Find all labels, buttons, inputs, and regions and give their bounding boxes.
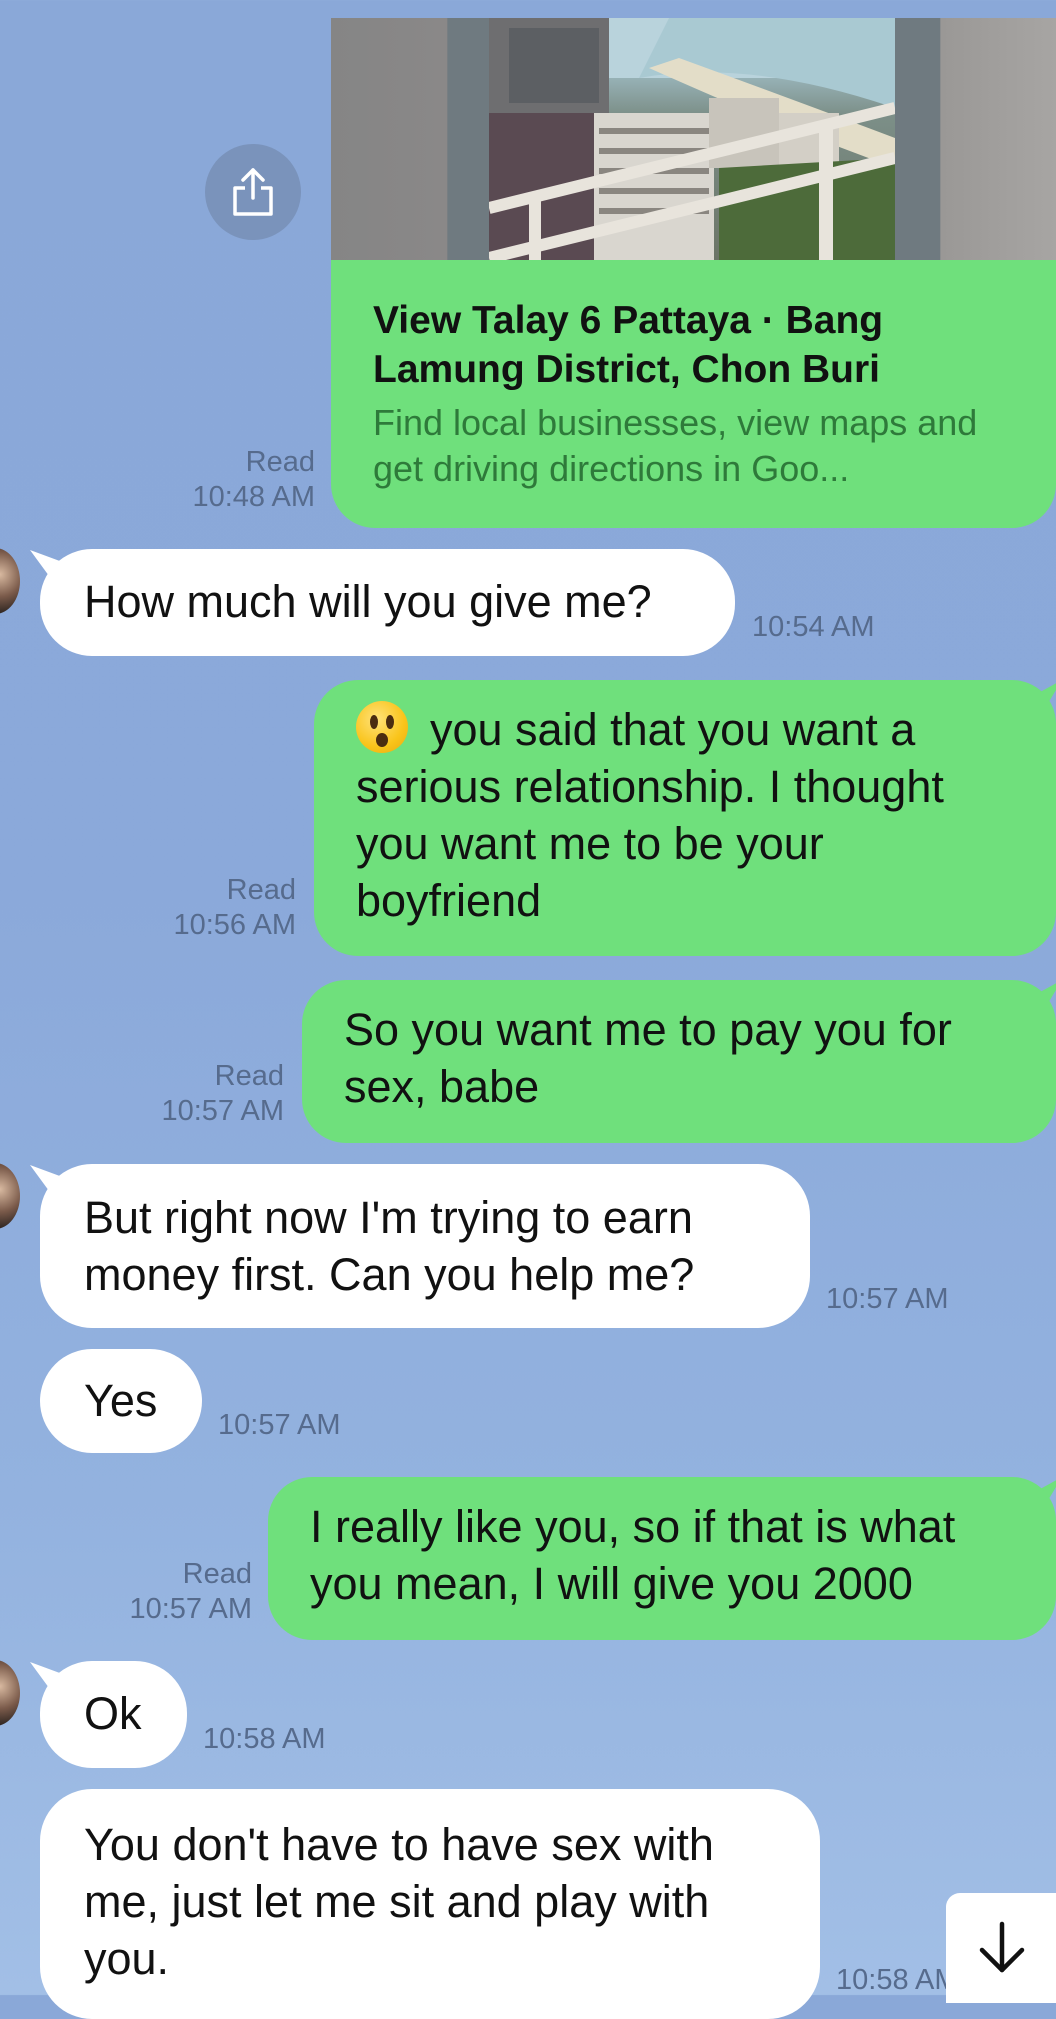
hushed-face-icon — [356, 701, 408, 753]
link-card-meta: Read 10:48 AM — [150, 445, 315, 515]
link-preview-image — [331, 18, 1056, 260]
message-text: Ok — [84, 1688, 142, 1739]
message-text: How much will you give me? — [84, 576, 652, 627]
share-icon — [233, 168, 273, 216]
message-time: 10:58 AM — [836, 1964, 959, 1996]
message-time: 10:58 AM — [203, 1723, 326, 1755]
avatar[interactable] — [0, 1163, 20, 1229]
read-receipt: Read — [214, 1060, 284, 1092]
message-time: 10:57 AM — [826, 1283, 949, 1315]
message-text: I really like you, so if that is what yo… — [310, 1501, 956, 1609]
link-description: Find local businesses, view maps and get… — [373, 402, 978, 489]
message-time: 10:57 AM — [161, 1095, 284, 1127]
message-text: You don't have to have sex with me, just… — [84, 1819, 714, 1984]
message-text: But right now I'm trying to earn money f… — [84, 1192, 695, 1300]
outgoing-message[interactable]: I really like you, so if that is what yo… — [268, 1477, 1056, 1640]
incoming-message[interactable]: But right now I'm trying to earn money f… — [40, 1164, 810, 1328]
message-text: So you want me to pay you for sex, babe — [344, 1004, 952, 1112]
avatar[interactable] — [0, 548, 20, 614]
message-meta: Read 10:57 AM — [100, 1557, 252, 1627]
outgoing-message[interactable]: you said that you want a serious relatio… — [314, 680, 1056, 956]
message-time: 10:54 AM — [752, 611, 875, 643]
message-meta: Read 10:56 AM — [140, 873, 296, 943]
message-time: 10:56 AM — [173, 909, 296, 941]
link-preview-card[interactable]: View Talay 6 Pattaya · Bang Lamung Distr… — [331, 18, 1056, 528]
message-meta: Read 10:57 AM — [120, 1059, 284, 1129]
read-receipt: Read — [226, 874, 296, 906]
hotel-photo — [489, 18, 895, 260]
scroll-to-bottom-button[interactable] — [946, 1893, 1056, 2003]
message-text: Yes — [84, 1375, 158, 1426]
read-receipt: Read — [182, 1558, 252, 1590]
message-time: 10:57 AM — [129, 1593, 252, 1625]
incoming-message[interactable]: Yes — [40, 1349, 202, 1453]
incoming-message[interactable]: You don't have to have sex with me, just… — [40, 1789, 820, 2019]
message-text: you said that you want a serious relatio… — [356, 704, 944, 926]
share-button[interactable] — [205, 144, 301, 240]
incoming-message[interactable]: Ok — [40, 1661, 187, 1768]
read-receipt: Read — [245, 446, 315, 478]
avatar[interactable] — [0, 1660, 20, 1726]
arrow-down-icon — [979, 1921, 1025, 1973]
link-preview-body: View Talay 6 Pattaya · Bang Lamung Distr… — [331, 260, 1056, 528]
message-time: 10:48 AM — [192, 481, 315, 513]
outgoing-message[interactable]: So you want me to pay you for sex, babe — [302, 980, 1056, 1143]
incoming-message[interactable]: How much will you give me? — [40, 549, 735, 656]
link-title: View Talay 6 Pattaya · Bang Lamung Distr… — [373, 299, 884, 391]
message-time: 10:57 AM — [218, 1409, 341, 1441]
